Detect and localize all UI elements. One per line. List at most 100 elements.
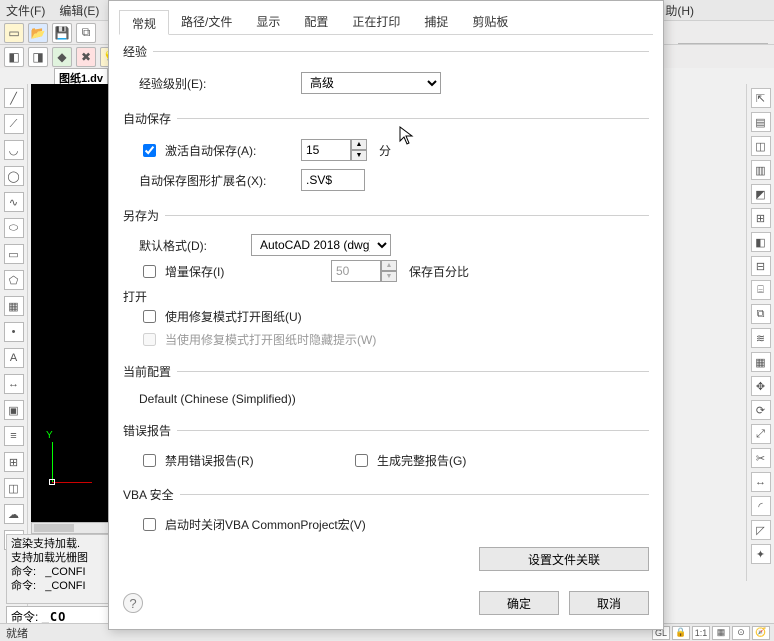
tab-general[interactable]: 常规 <box>119 10 169 35</box>
dialog-footer: 设置文件关联 ? 确定 取消 <box>123 577 649 619</box>
arc-icon[interactable]: ◡ <box>4 140 24 160</box>
menu-file[interactable]: 文件(F) <box>6 2 45 19</box>
save-icon[interactable]: 💾 <box>52 23 72 43</box>
full-report-checkbox[interactable]: 生成完整报告(G) <box>351 451 466 470</box>
incremental-save-checkbox[interactable]: 增量保存(I) <box>139 262 319 281</box>
status-snap-icon[interactable]: ⊙ <box>732 626 750 640</box>
tool-icon-2[interactable]: ◨ <box>28 47 48 67</box>
status-compass-icon[interactable]: 🧭 <box>752 626 770 640</box>
open-recover-label: 使用修复模式打开图纸(U) <box>165 308 302 325</box>
canvas-hscroll[interactable] <box>31 522 111 534</box>
cloud-icon[interactable]: ☁ <box>4 504 24 524</box>
file-association-button[interactable]: 设置文件关联 <box>479 547 649 571</box>
circle-icon[interactable]: ◯ <box>4 166 24 186</box>
open-icon[interactable]: 📂 <box>28 23 48 43</box>
tool-icon-4[interactable]: ✖ <box>76 47 96 67</box>
region-icon[interactable]: ◫ <box>4 478 24 498</box>
modify-icon-8[interactable]: ⊟ <box>751 256 771 276</box>
group-experience: 经验 经验级别(E): 高级 <box>123 43 649 102</box>
layer-icon[interactable]: ≡ <box>4 426 24 446</box>
help-button[interactable]: ? <box>123 593 143 613</box>
group-vba: VBA 安全 启动时关闭VBA CommonProject宏(V) <box>123 486 649 542</box>
text-icon[interactable]: A <box>4 348 24 368</box>
autosave-interval-up[interactable]: ▲ <box>351 139 367 150</box>
open-recover-checkbox[interactable]: 使用修复模式打开图纸(U) <box>139 307 302 326</box>
rotate-icon[interactable]: ⟳ <box>751 400 771 420</box>
menu-edit[interactable]: 编辑(E) <box>59 2 99 19</box>
current-profile-value: Default (Chinese (Simplified)) <box>139 392 296 406</box>
autosave-interval-down[interactable]: ▼ <box>351 150 367 161</box>
left-toolbar: ╱ ⟋ ◡ ◯ ∿ ⬭ ▭ ⬠ ▦ • A ↔ ▣ ≡ ⊞ ◫ ☁ § <box>0 84 28 611</box>
disable-error-report-checkbox[interactable]: 禁用错误报告(R) <box>139 451 339 470</box>
tab-profiles[interactable]: 配置 <box>292 9 340 34</box>
array-icon[interactable]: ▦ <box>751 352 771 372</box>
explode-icon[interactable]: ✦ <box>751 544 771 564</box>
chamfer-icon[interactable]: ◸ <box>751 520 771 540</box>
ucs-y-label: Y <box>46 430 53 441</box>
menu-help[interactable]: 助(H) <box>665 2 694 19</box>
rect-icon[interactable]: ▭ <box>4 244 24 264</box>
full-report-input[interactable] <box>355 454 368 467</box>
autosave-enable-label: 激活自动保存(A): <box>165 142 256 159</box>
status-lock-icon[interactable]: 🔒 <box>672 626 690 640</box>
incremental-save-input[interactable] <box>143 265 156 278</box>
status-grid-icon[interactable]: ▦ <box>712 626 730 640</box>
hatch-icon[interactable]: ▦ <box>4 296 24 316</box>
tab-printing[interactable]: 正在打印 <box>340 9 412 34</box>
offset-icon[interactable]: ≋ <box>751 328 771 348</box>
saveall-icon[interactable]: ⧉ <box>76 23 96 43</box>
status-ratio-icon[interactable]: 1:1 <box>692 626 710 640</box>
autosave-enable-input[interactable] <box>143 144 156 157</box>
disable-error-report-label: 禁用错误报告(R) <box>165 452 254 469</box>
vba-disable-input[interactable] <box>143 518 156 531</box>
new-icon[interactable]: ▭ <box>4 23 24 43</box>
poly-icon[interactable]: ⬠ <box>4 270 24 290</box>
drawing-canvas[interactable] <box>31 84 111 528</box>
experience-level-label: 经验级别(E): <box>139 75 289 92</box>
extend-icon[interactable]: ↔ <box>751 472 771 492</box>
modify-icon-5[interactable]: ◩ <box>751 184 771 204</box>
tab-display[interactable]: 显示 <box>244 9 292 34</box>
modify-icon-6[interactable]: ⊞ <box>751 208 771 228</box>
cancel-button[interactable]: 取消 <box>569 591 649 615</box>
ellipse-icon[interactable]: ⬭ <box>4 218 24 238</box>
table-icon[interactable]: ⊞ <box>4 452 24 472</box>
modify-icon-2[interactable]: ▤ <box>751 112 771 132</box>
trim-icon[interactable]: ✂ <box>751 448 771 468</box>
group-vba-legend: VBA 安全 <box>123 486 180 503</box>
saveas-format-select[interactable]: AutoCAD 2018 (dwg) <box>251 234 391 256</box>
tool-icon-3[interactable]: ◆ <box>52 47 72 67</box>
autosave-interval-input[interactable] <box>301 139 351 161</box>
mirror-icon[interactable]: ⧉ <box>751 304 771 324</box>
polyline-icon[interactable]: ⟋ <box>4 114 24 134</box>
disable-error-report-input[interactable] <box>143 454 156 467</box>
move-icon[interactable]: ✥ <box>751 376 771 396</box>
fillet-icon[interactable]: ◜ <box>751 496 771 516</box>
modify-icon-1[interactable]: ⇱ <box>751 88 771 108</box>
tab-paths[interactable]: 路径/文件 <box>169 9 244 34</box>
tab-snap[interactable]: 捕捉 <box>412 9 460 34</box>
save-percent-up: ▲ <box>381 260 397 271</box>
point-icon[interactable]: • <box>4 322 24 342</box>
dim-icon[interactable]: ↔ <box>4 374 24 394</box>
vba-disable-checkbox[interactable]: 启动时关闭VBA CommonProject宏(V) <box>139 515 366 534</box>
line-icon[interactable]: ╱ <box>4 88 24 108</box>
autosave-enable-checkbox[interactable]: 激活自动保存(A): <box>139 141 289 160</box>
modify-icon-9[interactable]: ⌸ <box>751 280 771 300</box>
experience-level-select[interactable]: 高级 <box>301 72 441 94</box>
group-autosave-legend: 自动保存 <box>123 110 177 127</box>
open-recover-input[interactable] <box>143 310 156 323</box>
group-profile: 当前配置 Default (Chinese (Simplified)) <box>123 363 649 414</box>
modify-icon-3[interactable]: ◫ <box>751 136 771 156</box>
modify-icon-4[interactable]: ▥ <box>751 160 771 180</box>
full-report-label: 生成完整报告(G) <box>377 452 466 469</box>
block-icon[interactable]: ▣ <box>4 400 24 420</box>
ok-button[interactable]: 确定 <box>479 591 559 615</box>
scale-icon[interactable]: ⤢ <box>751 424 771 444</box>
tool-icon-1[interactable]: ◧ <box>4 47 24 67</box>
autosave-ext-input[interactable] <box>301 169 365 191</box>
tab-clipboard[interactable]: 剪贴板 <box>460 9 520 34</box>
modify-icon-7[interactable]: ◧ <box>751 232 771 252</box>
spline-icon[interactable]: ∿ <box>4 192 24 212</box>
saveas-format-label: 默认格式(D): <box>139 237 239 254</box>
